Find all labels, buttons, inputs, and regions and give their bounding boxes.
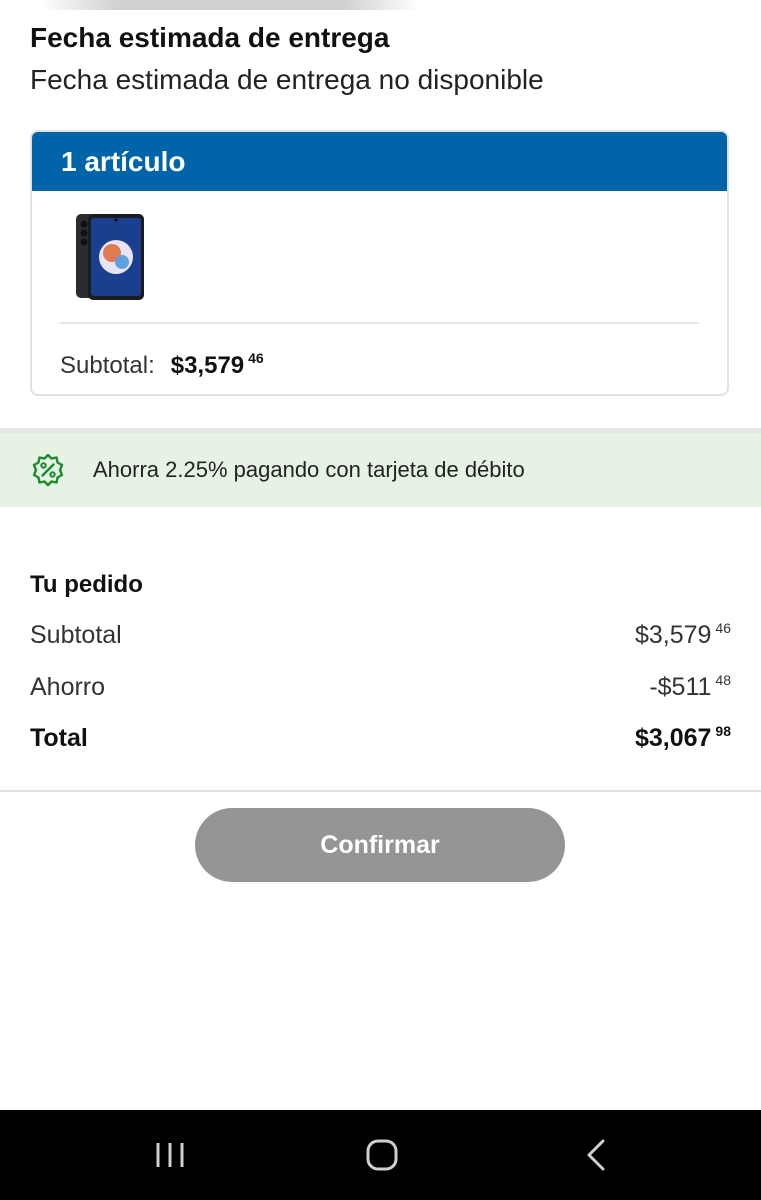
order-title: Tu pedido [30,571,143,598]
order-row-total: Total $3,067 98 [30,723,731,763]
top-fade [40,0,420,10]
items-count-header: 1 artículo [32,132,727,191]
card-divider [60,322,699,324]
promo-banner: Ahorra 2.25% pagando con tarjeta de débi… [0,433,761,507]
order-row-savings: Ahorro -$511 48 [30,672,731,712]
order-total-value: $3,067 98 [635,723,731,753]
card-subtotal-cents: 46 [248,350,264,366]
order-subtotal-amount: $3,579 [634,621,712,649]
delivery-section: Fecha estimada de entrega Fecha estimada… [30,18,731,102]
order-subtotal-cents: 46 [715,620,731,636]
card-subtotal: Subtotal: $3,579 46 [60,340,264,384]
order-row-subtotal: Subtotal $3,579 46 [30,620,731,660]
order-savings-cents: 48 [715,672,731,688]
card-subtotal-amount: $3,579 [170,352,245,379]
back-icon[interactable] [574,1135,618,1175]
delivery-title: Fecha estimada de entrega [30,22,390,53]
smartphone-image[interactable] [74,212,146,302]
recent-apps-icon[interactable] [148,1135,192,1175]
footer-divider [0,790,761,792]
order-total-cents: 98 [715,723,731,739]
order-savings-value: -$511 48 [649,672,731,702]
confirm-button[interactable]: Confirmar [195,808,565,882]
delivery-status: Fecha estimada de entrega no disponible [30,64,544,95]
order-summary: Tu pedido Subtotal $3,579 46 Ahorro -$511… [30,566,731,752]
items-card: 1 artículo Subtotal: $3,579 46 [30,130,729,396]
checkout-page: Fecha estimada de entrega Fecha estimada… [0,0,761,1200]
home-icon[interactable] [360,1135,404,1175]
order-total-label: Total [30,724,88,752]
order-subtotal-label: Subtotal [30,621,122,649]
order-total-amount: $3,067 [634,724,712,752]
order-subtotal-value: $3,579 46 [635,620,731,650]
promo-text: Ahorra 2.25% pagando con tarjeta de débi… [93,457,525,482]
system-nav-bar [0,1110,761,1200]
card-subtotal-value: $3,579 46 [171,340,264,384]
order-savings-label: Ahorro [30,673,106,701]
card-subtotal-label: Subtotal: [60,352,155,379]
order-savings-amount: -$511 [649,673,712,701]
discount-badge-icon [31,453,65,487]
